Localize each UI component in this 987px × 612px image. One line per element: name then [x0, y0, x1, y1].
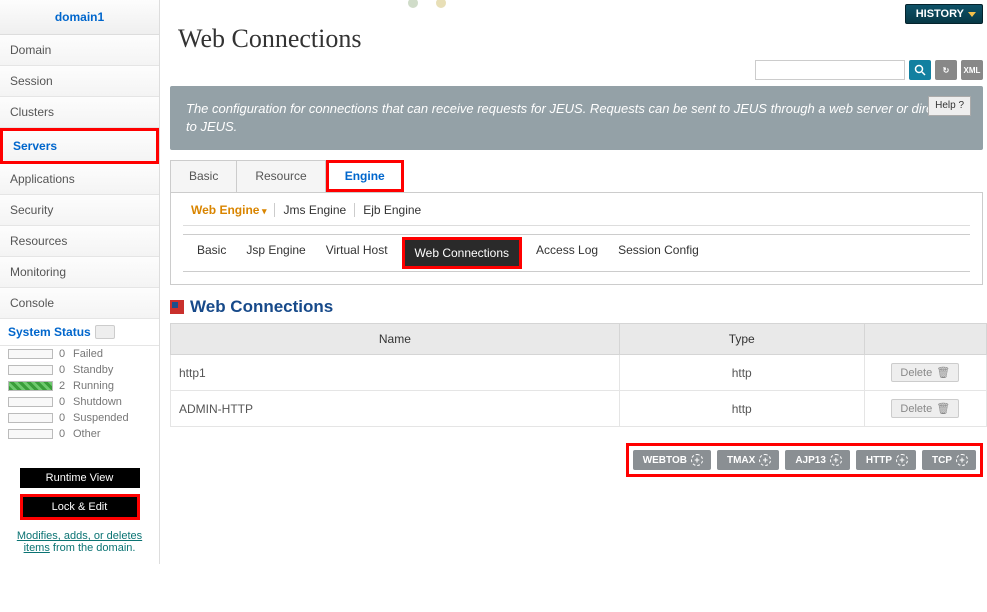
search-input[interactable]	[755, 60, 905, 80]
sidebar-item-console[interactable]: Console	[0, 288, 159, 319]
system-status-header: System Status	[0, 319, 159, 346]
subtab-web-engine[interactable]: Web Engine	[183, 203, 275, 217]
cell-type: http	[619, 391, 864, 427]
trash-icon: 🗑	[936, 402, 950, 415]
delete-button[interactable]: Delete🗑	[891, 363, 959, 382]
section-title: Web Connections	[170, 285, 987, 323]
tab-resource[interactable]: Resource	[237, 160, 325, 192]
history-button[interactable]: HISTORY	[905, 4, 983, 24]
domain-name[interactable]: domain1	[0, 0, 159, 35]
plus-icon: +	[896, 454, 908, 466]
decorative-dots	[408, 0, 446, 8]
status-bar-icon	[8, 381, 53, 391]
add-ajp13-button[interactable]: AJP13+	[785, 450, 850, 470]
status-label: Running	[73, 380, 114, 392]
status-count: 0	[59, 412, 73, 424]
sidebar-item-monitoring[interactable]: Monitoring	[0, 257, 159, 288]
status-row-shutdown: 0 Shutdown	[0, 394, 159, 410]
engine-tab-web-connections[interactable]: Web Connections	[402, 237, 523, 269]
engine-tab-access-log[interactable]: Access Log	[536, 243, 598, 263]
subtab-jms-engine[interactable]: Jms Engine	[275, 203, 355, 217]
cell-type: http	[619, 355, 864, 391]
sidebar-item-domain[interactable]: Domain	[0, 35, 159, 66]
search-icon[interactable]	[909, 60, 931, 80]
add-tcp-button[interactable]: TCP+	[922, 450, 976, 470]
status-label: Other	[73, 428, 101, 440]
flag-icon	[170, 300, 184, 314]
status-label: Shutdown	[73, 396, 122, 408]
status-row-other: 0 Other	[0, 426, 159, 442]
plus-icon: +	[830, 454, 842, 466]
add-http-button[interactable]: HTTP+	[856, 450, 916, 470]
runtime-view-button[interactable]: Runtime View	[20, 468, 140, 488]
gauge-icon	[95, 325, 115, 339]
status-count: 2	[59, 380, 73, 392]
tab-basic[interactable]: Basic	[170, 160, 237, 192]
subtab-ejb-engine[interactable]: Ejb Engine	[355, 203, 429, 217]
status-bar-icon	[8, 413, 53, 423]
status-label: Standby	[73, 364, 113, 376]
info-banner: The configuration for connections that c…	[170, 86, 983, 150]
col-type: Type	[619, 324, 864, 355]
sidebar-item-clusters[interactable]: Clusters	[0, 97, 159, 128]
status-row-standby: 0 Standby	[0, 362, 159, 378]
engine-tab-basic[interactable]: Basic	[197, 243, 226, 263]
table-row: http1http Delete🗑	[171, 355, 987, 391]
trash-icon: 🗑	[936, 366, 950, 379]
col-actions	[864, 324, 986, 355]
status-label: Failed	[73, 348, 103, 360]
lock-edit-button[interactable]: Lock & Edit	[20, 494, 140, 520]
status-row-running: 2 Running	[0, 378, 159, 394]
status-label: Suspended	[73, 412, 129, 424]
plus-icon: +	[759, 454, 771, 466]
status-row-suspended: 0 Suspended	[0, 410, 159, 426]
sidebar-item-session[interactable]: Session	[0, 66, 159, 97]
engine-tab-jsp-engine[interactable]: Jsp Engine	[246, 243, 305, 263]
sidebar-item-servers[interactable]: Servers	[0, 128, 159, 164]
status-bar-icon	[8, 365, 53, 375]
status-count: 0	[59, 396, 73, 408]
table-row: ADMIN-HTTPhttp Delete🗑	[171, 391, 987, 427]
sidebar-item-security[interactable]: Security	[0, 195, 159, 226]
cell-name[interactable]: ADMIN-HTTP	[171, 391, 620, 427]
modifies-hint: Modifies, adds, or deletes items from th…	[0, 526, 159, 564]
status-bar-icon	[8, 429, 53, 439]
help-button[interactable]: Help ?	[928, 96, 971, 116]
status-count: 0	[59, 428, 73, 440]
refresh-icon[interactable]: ↻	[935, 60, 957, 80]
page-title: Web Connections	[170, 24, 987, 60]
cell-name[interactable]: http1	[171, 355, 620, 391]
status-bar-icon	[8, 349, 53, 359]
connections-table: NameType http1http Delete🗑 ADMIN-HTTPhttp D…	[170, 323, 987, 427]
xml-icon[interactable]: XML	[961, 60, 983, 80]
add-webtob-button[interactable]: WEBTOB+	[633, 450, 711, 470]
tab-engine[interactable]: Engine	[326, 160, 404, 192]
status-count: 0	[59, 364, 73, 376]
plus-icon: +	[691, 454, 703, 466]
status-row-failed: 0 Failed	[0, 346, 159, 362]
col-name: Name	[171, 324, 620, 355]
sidebar-item-applications[interactable]: Applications	[0, 164, 159, 195]
plus-icon: +	[956, 454, 968, 466]
status-count: 0	[59, 348, 73, 360]
delete-button[interactable]: Delete🗑	[891, 399, 959, 418]
engine-tab-virtual-host[interactable]: Virtual Host	[326, 243, 388, 263]
status-bar-icon	[8, 397, 53, 407]
add-tmax-button[interactable]: TMAX+	[717, 450, 779, 470]
engine-tab-session-config[interactable]: Session Config	[618, 243, 699, 263]
sidebar-item-resources[interactable]: Resources	[0, 226, 159, 257]
